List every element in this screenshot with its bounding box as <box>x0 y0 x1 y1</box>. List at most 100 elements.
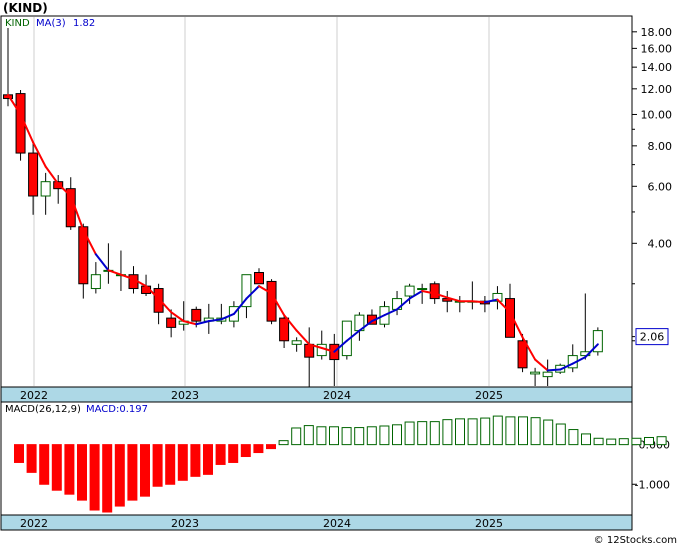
macd-bar-positive <box>606 438 617 446</box>
macd-bar-positive <box>656 436 667 446</box>
candle-body-down <box>153 288 164 313</box>
x-tick-label: 2024 <box>323 517 351 530</box>
stock-chart: (KIND) 18.00 16.00 14.00 12.00 10.00 8.00 6.00… <box>0 1 677 546</box>
macd-date-axis <box>0 514 633 531</box>
candle-body-up <box>417 288 428 291</box>
macd-bar-negative <box>266 444 276 450</box>
macd-bar-positive <box>303 425 314 446</box>
macd-bar-positive <box>366 426 377 446</box>
y-tick-label: 10.00 <box>641 108 673 121</box>
macd-bar-positive <box>341 427 352 446</box>
macd-legend-label: MACD(26,12,9) <box>5 404 81 415</box>
legend-symbol: KIND <box>5 18 30 29</box>
candle-body-down <box>191 308 202 322</box>
macd-y-axis: 0.000-1.000 <box>632 439 670 491</box>
macd-bar-negative <box>165 444 176 485</box>
macd-bar-negative <box>89 444 100 511</box>
macd-bar-negative <box>51 444 62 491</box>
y-tick-label: 14.00 <box>641 61 673 74</box>
candle-body-down <box>429 283 440 300</box>
price-date-axis <box>0 386 633 403</box>
macd-bar-negative <box>177 444 188 481</box>
macd-bar-positive <box>555 423 566 446</box>
x-tick-label: 2023 <box>171 389 199 402</box>
macd-legend-value: MACD:0.197 <box>86 404 148 415</box>
macd-bar-positive <box>379 425 390 446</box>
macd-bar-negative <box>253 444 264 454</box>
x-tick-label: 2022 <box>20 517 48 530</box>
candle-body-down <box>279 317 290 342</box>
macd-bar-positive <box>492 415 503 446</box>
candle-body-up <box>542 371 553 378</box>
macd-bar-negative <box>64 444 75 495</box>
macd-bar-positive <box>568 429 579 446</box>
macd-legend: MACD(26,12,9) MACD:0.197 <box>5 404 148 415</box>
macd-bar-positive <box>530 417 541 446</box>
macd-bar-negative <box>39 444 50 485</box>
macd-bar-positive <box>455 418 465 446</box>
price-legend: KIND MA(3) 1.82 <box>5 18 95 29</box>
macd-bar-negative <box>26 444 37 473</box>
macd-bar-positive <box>354 427 365 446</box>
macd-y-label: -1.000 <box>635 478 670 491</box>
candle-body-up <box>291 340 302 345</box>
candle-body-down <box>65 188 76 228</box>
macd-bar-negative <box>215 444 226 465</box>
current-price-box: 2.06 <box>635 328 669 346</box>
watermark: © 12Stocks.com <box>594 535 677 546</box>
macd-bar-negative <box>240 444 251 458</box>
y-tick-label: 8.00 <box>648 140 673 153</box>
macd-bar-positive <box>417 421 428 446</box>
candle-body-up <box>404 285 415 297</box>
macd-bar-positive <box>467 418 478 446</box>
macd-bar-positive <box>618 438 629 446</box>
macd-bar-negative <box>102 444 113 513</box>
candle-body-down <box>28 152 39 197</box>
macd-bar-negative <box>14 444 24 463</box>
legend-ma-value: 1.82 <box>73 18 95 29</box>
macd-bar-negative <box>152 444 163 487</box>
current-price-label: 2.06 <box>640 331 665 344</box>
candle-body-down <box>254 272 264 285</box>
macd-bar-positive <box>543 419 554 446</box>
macd-bar-negative <box>114 444 125 507</box>
candle <box>266 279 277 325</box>
macd-bar-positive <box>404 421 415 446</box>
macd-bar-negative <box>228 444 239 463</box>
candle-body-up <box>90 274 101 290</box>
macd-bar-negative <box>77 444 87 501</box>
price-panel <box>0 15 633 388</box>
macd-bar-positive <box>316 426 327 446</box>
macd-bar-positive <box>644 436 654 446</box>
candle <box>592 327 603 356</box>
ticker-title: (KIND) <box>3 1 48 15</box>
macd-bar-positive <box>429 421 440 446</box>
y-tick-label: 18.00 <box>641 26 673 39</box>
y-tick-label: 6.00 <box>648 180 673 193</box>
candle-body-down <box>166 317 177 328</box>
macd-bar-positive <box>392 424 402 446</box>
macd-bar-negative <box>140 444 150 497</box>
macd-bar-negative <box>127 444 138 501</box>
x-tick-label: 2024 <box>323 389 351 402</box>
x-tick-label: 2025 <box>475 389 503 402</box>
macd-bar-positive <box>581 433 591 446</box>
price-y-axis: 18.00 16.00 14.00 12.00 10.00 8.00 6.00 4.00 <box>632 26 673 342</box>
macd-bar-negative <box>203 444 213 475</box>
macd-bar-positive <box>442 419 453 446</box>
x-tick-label: 2025 <box>475 517 503 530</box>
candle-body-down <box>266 280 277 322</box>
macd-bar-positive <box>593 437 604 446</box>
candle-body-up <box>530 371 541 375</box>
macd-bar-positive <box>291 427 302 446</box>
y-tick-label: 16.00 <box>641 42 673 55</box>
legend-ma: MA(3) <box>36 18 66 29</box>
macd-bar-positive <box>329 426 339 446</box>
x-tick-label: 2022 <box>20 389 48 402</box>
macd-bar-positive <box>480 417 491 446</box>
macd-bar-positive <box>278 440 289 446</box>
ma-segment <box>546 368 562 372</box>
macd-bar-positive <box>518 416 528 446</box>
macd-bar-positive <box>631 437 642 446</box>
candle-body-up <box>40 181 51 197</box>
